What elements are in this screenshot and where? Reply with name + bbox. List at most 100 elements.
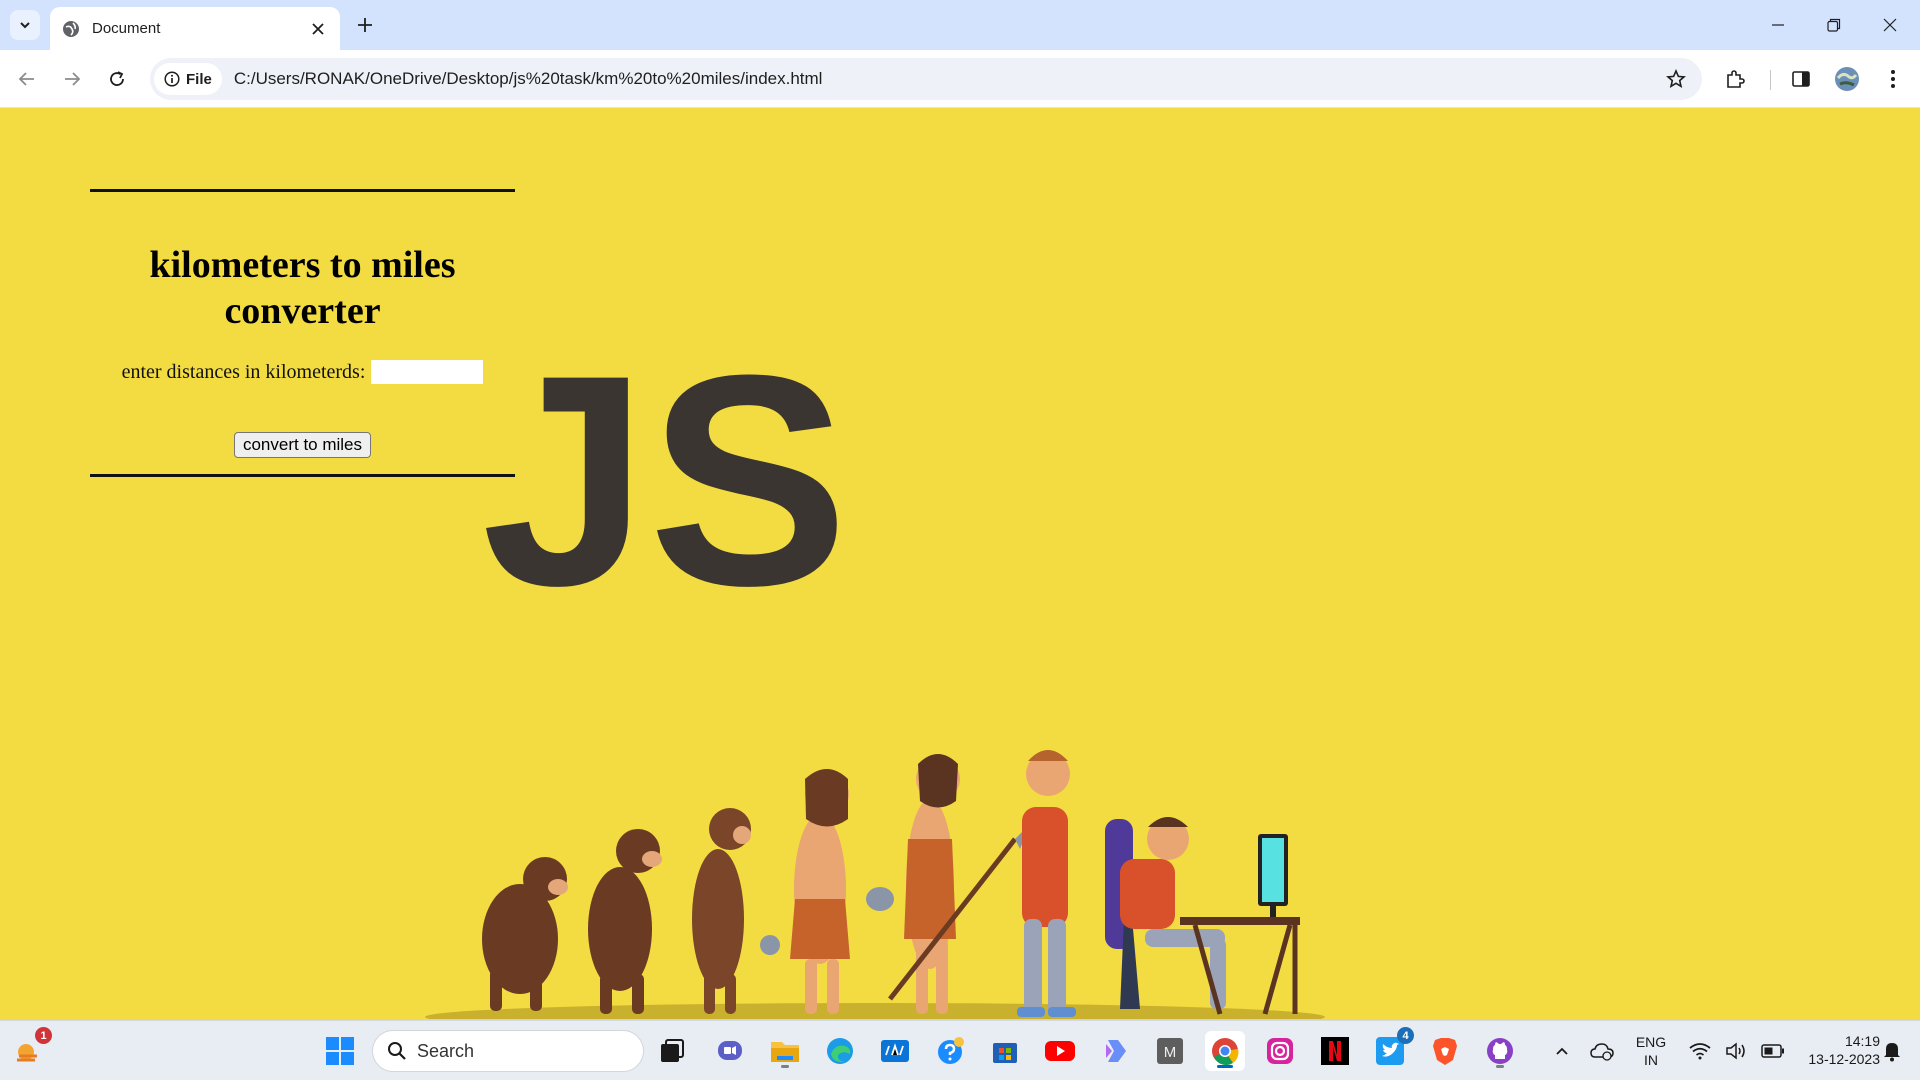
hominid-figure-3 [692,808,780,1014]
tab-strip: Document [0,0,1920,50]
puzzle-icon [1727,70,1745,88]
more-vertical-icon [1891,70,1895,88]
js-evolution-illustration: JS [425,312,1325,1019]
menu-button[interactable] [1877,63,1909,95]
site-info-chip[interactable]: File [154,63,222,95]
caveman-figure-4 [790,769,894,1014]
restore-icon [1827,18,1841,32]
m-app-button[interactable]: M [1150,1031,1190,1071]
page-viewport: kilometers to miles converter enter dist… [0,109,1920,1020]
youtube-icon [1045,1041,1075,1061]
github-icon [1487,1038,1513,1064]
arrow-right-icon [65,72,81,86]
cloud-sync-icon [1590,1043,1614,1061]
toolbar-divider [1770,70,1771,90]
clock-date: 13-12-2023 [1808,1051,1880,1067]
notifications-button[interactable] [1872,1031,1912,1071]
plus-icon [358,18,372,32]
search-icon [388,1042,406,1060]
reload-icon [110,71,124,86]
close-tab-icon[interactable] [308,19,328,39]
store-button[interactable] [985,1031,1025,1071]
instagram-icon [1267,1038,1293,1064]
edge-button[interactable] [820,1031,860,1071]
language-code: ENG [1635,1034,1667,1050]
svg-text:M: M [1164,1044,1177,1061]
github-button[interactable] [1480,1031,1520,1071]
taskbar-search[interactable]: Search [372,1030,644,1072]
minimize-button[interactable] [1750,0,1806,50]
convert-button[interactable]: convert to miles [233,432,372,458]
quick-settings-button[interactable] [1682,1031,1792,1071]
reload-button[interactable] [101,63,133,95]
get-help-button[interactable] [930,1031,970,1071]
myhp-button[interactable] [875,1031,915,1071]
edge-icon [827,1038,853,1064]
chevron-down-icon [20,22,30,29]
battery-icon [1761,1044,1784,1058]
info-icon [164,71,180,87]
m-app-icon: M [1157,1038,1183,1064]
km-input-label: enter distances in kilometerds: [121,360,366,383]
teams-button[interactable] [710,1031,750,1071]
twitter-button[interactable]: 4 [1370,1027,1414,1071]
modern-man-figure-6 [1017,750,1076,1017]
star-icon [1666,69,1686,88]
close-window-button[interactable] [1862,0,1918,50]
chevron-up-icon [1556,1047,1568,1055]
ape-figure-2 [588,829,662,1014]
url-text[interactable]: C:/Users/RONAK/OneDrive/Desktop/js%20tas… [234,69,1660,89]
youtube-button[interactable] [1040,1031,1080,1071]
side-panel-button[interactable] [1785,63,1817,95]
onedrive-button[interactable] [1582,1031,1622,1071]
side-panel-icon [1792,71,1810,87]
netflix-button[interactable] [1315,1031,1355,1071]
brave-icon [1433,1038,1457,1065]
ground-shadow [425,1003,1325,1019]
region-code: IN [1644,1052,1658,1068]
chrome-icon [1212,1038,1239,1066]
address-bar[interactable]: File C:/Users/RONAK/OneDrive/Desktop/js%… [150,58,1702,100]
extensions-button[interactable] [1719,63,1751,95]
instagram-button[interactable] [1260,1031,1300,1071]
taskbar-search-placeholder: Search [417,1040,475,1061]
site-info-label: File [186,70,212,88]
js-logo-text: JS [482,312,849,648]
task-view-button[interactable] [652,1031,692,1071]
help-icon [938,1037,964,1064]
new-tab-button[interactable] [352,12,378,38]
tab-search-button[interactable] [10,10,40,40]
back-button[interactable] [11,63,43,95]
start-button[interactable] [320,1031,360,1071]
clock-time: 14:19 [1844,1033,1880,1049]
volume-icon [1726,1042,1745,1060]
weather-widget[interactable]: 1 [8,1027,52,1071]
wifi-icon [1689,1043,1711,1060]
language-indicator[interactable]: ENG IN [1628,1033,1674,1069]
show-hidden-icons-button[interactable] [1542,1031,1582,1071]
profile-button[interactable] [1831,63,1863,95]
store-icon [993,1043,1017,1063]
task-view-icon [661,1039,684,1062]
copilot-button[interactable] [1095,1031,1135,1071]
arrow-left-icon [18,72,34,86]
chrome-button[interactable] [1205,1031,1245,1071]
bookmark-button[interactable] [1660,63,1692,95]
clock[interactable]: 14:19 13-12-2023 [1790,1032,1880,1068]
copilot-icon [1106,1040,1126,1062]
forward-button[interactable] [56,63,88,95]
file-explorer-button[interactable] [765,1031,805,1071]
avatar [1835,67,1859,91]
file-explorer-icon [771,1042,799,1062]
globe-icon [63,20,79,37]
windows-taskbar: 1 Search M 4 ENG IN 14:19 13-12-2023 [0,1020,1920,1080]
programmer-figure-7 [1105,817,1300,1015]
browser-toolbar: File C:/Users/RONAK/OneDrive/Desktop/js%… [0,50,1920,108]
tab-document[interactable]: Document [50,7,340,50]
restore-button[interactable] [1806,0,1862,50]
ape-figure-1 [482,857,568,1011]
close-icon [1883,18,1897,32]
running-indicator [1496,1065,1504,1068]
brave-button[interactable] [1425,1031,1465,1071]
start-icon [326,1037,354,1065]
